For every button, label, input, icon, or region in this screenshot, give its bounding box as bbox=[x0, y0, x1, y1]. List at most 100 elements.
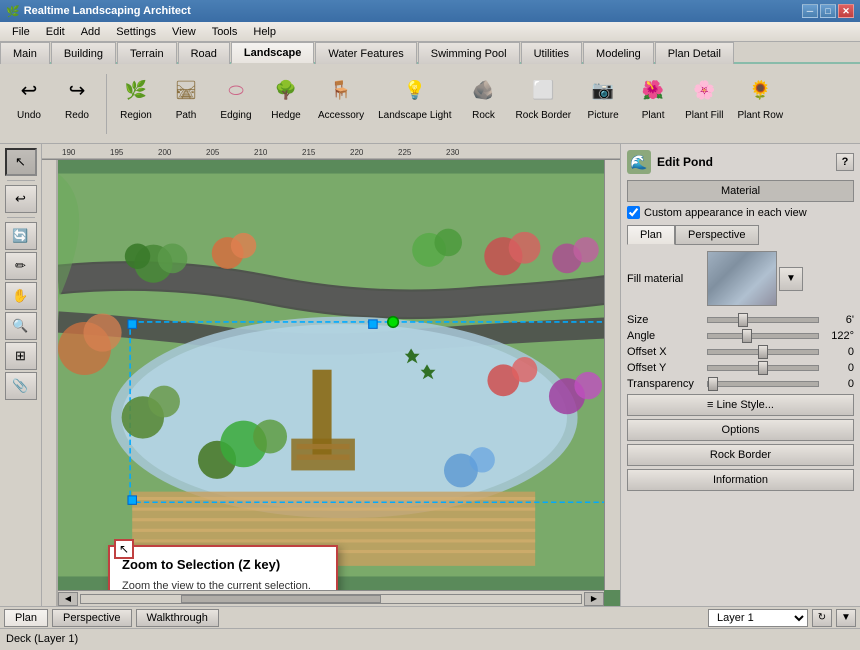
size-slider[interactable] bbox=[707, 317, 819, 323]
layer-menu-button[interactable]: ▼ bbox=[836, 609, 856, 627]
tab-plan[interactable]: Plan bbox=[627, 225, 675, 245]
toolbar-btn-plant-fill[interactable]: 🌸Plant Fill bbox=[680, 68, 728, 125]
status-text: Deck (Layer 1) bbox=[6, 633, 78, 645]
ruler-vertical bbox=[42, 160, 58, 606]
toolbar-btn-picture[interactable]: 📷Picture bbox=[580, 68, 626, 125]
svg-text:205: 205 bbox=[206, 148, 220, 157]
offset-x-row: Offset X 0 bbox=[627, 346, 854, 358]
toolbar-btn-region[interactable]: 🌿Region bbox=[113, 68, 159, 125]
size-value: 6' bbox=[819, 314, 854, 326]
custom-appearance-checkbox[interactable] bbox=[627, 206, 640, 219]
fill-material-row: Fill material ▼ bbox=[627, 251, 854, 306]
minimize-button[interactable]: ─ bbox=[802, 4, 818, 18]
titlebar: 🌿 Realtime Landscaping Architect ─ □ ✕ bbox=[0, 0, 860, 22]
bottom-tab-walkthrough[interactable]: Walkthrough bbox=[136, 609, 219, 627]
side-tool-zoom[interactable]: 🔍 bbox=[5, 312, 37, 340]
toolbar-tab-terrain[interactable]: Terrain bbox=[117, 42, 177, 64]
toolbar-tab-water-features[interactable]: Water Features bbox=[315, 42, 416, 64]
options-button[interactable]: Options bbox=[627, 419, 854, 441]
toolbar-btn-edging[interactable]: ⬭Edging bbox=[213, 68, 259, 125]
toolbar-btn-undo[interactable]: ↩Undo bbox=[6, 68, 52, 125]
information-button[interactable]: Information bbox=[627, 469, 854, 491]
restore-button[interactable]: □ bbox=[820, 4, 836, 18]
line-style-button[interactable]: ≡ Line Style... bbox=[627, 394, 854, 416]
side-tool-undo[interactable]: ↩ bbox=[5, 185, 37, 213]
angle-slider[interactable] bbox=[707, 333, 819, 339]
toolbar-btn-rock[interactable]: 🪨Rock bbox=[461, 68, 507, 125]
offset-x-slider-container bbox=[707, 349, 819, 355]
toolbar-icon-rock-border: ⬜ bbox=[525, 72, 561, 108]
toolbar-btn-plant-row[interactable]: 🌻Plant Row bbox=[732, 68, 788, 125]
svg-text:220: 220 bbox=[350, 148, 364, 157]
toolbar-tab-swimming-pool[interactable]: Swimming Pool bbox=[418, 42, 520, 64]
menu-item-settings[interactable]: Settings bbox=[108, 24, 164, 40]
right-panel: 🌊 Edit Pond ? Material Custom appearance… bbox=[620, 144, 860, 606]
material-preview[interactable] bbox=[707, 251, 777, 306]
bottom-tab-plan[interactable]: Plan bbox=[4, 609, 48, 627]
scrollbar-h-track[interactable] bbox=[80, 594, 582, 604]
svg-text:200: 200 bbox=[158, 148, 172, 157]
layer-dropdown[interactable]: Layer 1 bbox=[708, 609, 808, 627]
bottom-tab-perspective[interactable]: Perspective bbox=[52, 609, 131, 627]
menu-item-file[interactable]: File bbox=[4, 24, 38, 40]
toolbar-tab-landscape[interactable]: Landscape bbox=[231, 42, 314, 64]
side-tool-edit[interactable]: ✏ bbox=[5, 252, 37, 280]
ruler-h-svg: 190 195 200 205 210 215 220 225 230 bbox=[42, 144, 620, 160]
toolbar: ↩Undo↪Redo 🌿Region🛤Path⬭Edging🌳Hedge🪑Acce… bbox=[0, 64, 860, 144]
toolbar-btn-hedge[interactable]: 🌳Hedge bbox=[263, 68, 309, 125]
side-tool-snap[interactable]: 📎 bbox=[5, 372, 37, 400]
toolbar-btn-accessory[interactable]: 🪑Accessory bbox=[313, 68, 369, 125]
toolbar-btn-landscape-light[interactable]: 💡Landscape Light bbox=[373, 68, 456, 125]
side-tool-rotate[interactable]: 🔄 bbox=[5, 222, 37, 250]
toolbar-tab-modeling[interactable]: Modeling bbox=[583, 42, 654, 64]
scrollbar-h-thumb[interactable] bbox=[181, 595, 381, 603]
landscape-view[interactable]: ↖ Zoom to Selection (Z key) Zoom the vie… bbox=[58, 160, 620, 590]
toolbar-btn-rock-border[interactable]: ⬜Rock Border bbox=[511, 68, 577, 125]
left-sidebar: ↖ ↩ 🔄✏✋🔍⊞📎 bbox=[0, 144, 42, 606]
menu-item-help[interactable]: Help bbox=[245, 24, 284, 40]
undo-redo-group: ↩Undo↪Redo bbox=[6, 68, 100, 125]
close-button[interactable]: ✕ bbox=[838, 4, 854, 18]
fill-material-control: ▼ bbox=[707, 251, 854, 306]
scroll-right-button[interactable]: ▶ bbox=[584, 592, 604, 606]
size-row: Size 6' bbox=[627, 314, 854, 326]
offset-x-slider[interactable] bbox=[707, 349, 819, 355]
offset-y-slider[interactable] bbox=[707, 365, 819, 371]
toolbar-tab-road[interactable]: Road bbox=[178, 42, 230, 64]
panel-help-button[interactable]: ? bbox=[836, 153, 854, 171]
menu-item-edit[interactable]: Edit bbox=[38, 24, 73, 40]
material-dropdown-button[interactable]: ▼ bbox=[779, 267, 803, 291]
offset-x-value: 0 bbox=[819, 346, 854, 358]
panel-tabs: Plan Perspective bbox=[627, 225, 854, 245]
transparency-row: Transparency 0 bbox=[627, 378, 854, 390]
toolbar-tab-building[interactable]: Building bbox=[51, 42, 116, 64]
scrollbar-horizontal[interactable]: ◀ ▶ bbox=[58, 590, 604, 606]
side-tool-grid[interactable]: ⊞ bbox=[5, 342, 37, 370]
scroll-left-button[interactable]: ◀ bbox=[58, 592, 78, 606]
app-icon: 🌿 bbox=[6, 5, 20, 18]
toolbar-icon-region: 🌿 bbox=[118, 72, 154, 108]
toolbar-icon-plant-fill: 🌸 bbox=[686, 72, 722, 108]
panel-header: 🌊 Edit Pond ? bbox=[627, 150, 854, 174]
menu-item-add[interactable]: Add bbox=[73, 24, 109, 40]
toolbar-tab-main[interactable]: Main bbox=[0, 42, 50, 64]
toolbar-btn-path[interactable]: 🛤Path bbox=[163, 68, 209, 125]
toolbar-tab-utilities[interactable]: Utilities bbox=[521, 42, 582, 64]
layer-refresh-button[interactable]: ↻ bbox=[812, 609, 832, 627]
toolbar-tab-plan-detail[interactable]: Plan Detail bbox=[655, 42, 734, 64]
tab-perspective[interactable]: Perspective bbox=[675, 225, 758, 245]
toolbar-btn-plant[interactable]: 🌺Plant bbox=[630, 68, 676, 125]
toolbar-icon-edging: ⬭ bbox=[218, 72, 254, 108]
toolbar-btn-redo[interactable]: ↪Redo bbox=[54, 68, 100, 125]
custom-appearance-label: Custom appearance in each view bbox=[644, 207, 807, 219]
pond-icon: 🌊 bbox=[627, 150, 651, 174]
scrollbar-vertical[interactable] bbox=[604, 160, 620, 590]
menu-item-tools[interactable]: Tools bbox=[204, 24, 246, 40]
transparency-slider[interactable] bbox=[707, 381, 819, 387]
rock-border-button[interactable]: Rock Border bbox=[627, 444, 854, 466]
toolbar-icon-rock: 🪨 bbox=[466, 72, 502, 108]
menu-item-view[interactable]: View bbox=[164, 24, 204, 40]
offset-y-slider-container bbox=[707, 365, 819, 371]
side-tool-select[interactable]: ↖ bbox=[5, 148, 37, 176]
side-tool-pan[interactable]: ✋ bbox=[5, 282, 37, 310]
